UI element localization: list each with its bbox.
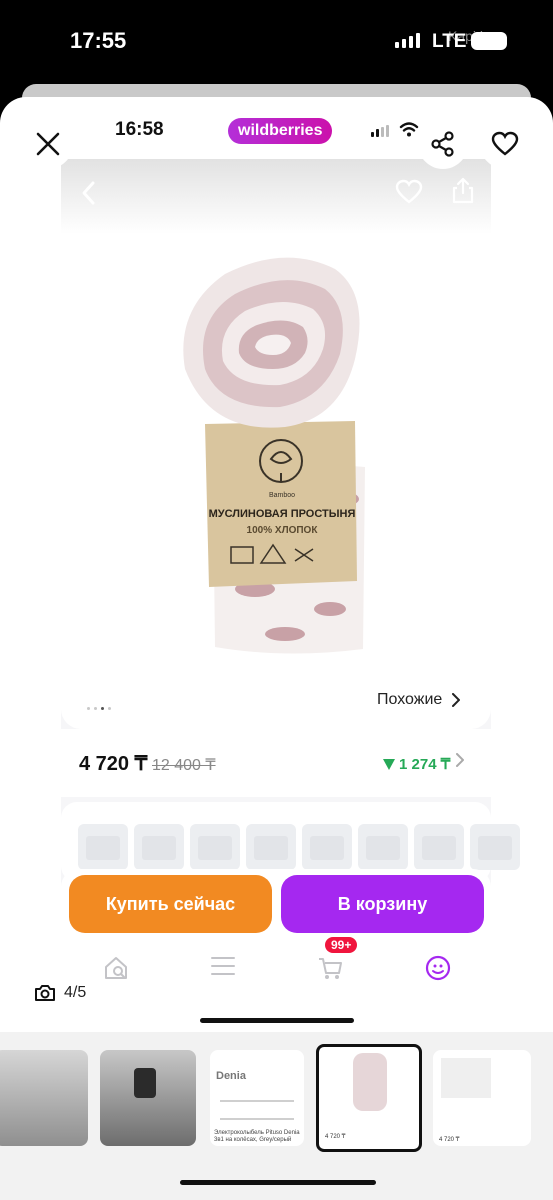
home-indicator xyxy=(200,1018,354,1023)
old-price: 12 400 ₸ xyxy=(152,757,216,774)
app-time: 16:58 xyxy=(115,119,164,140)
thumb-price: 4 720 ₸ xyxy=(439,1137,460,1143)
image-viewer-sheet: 16:58 wildberries Bamboo МУСЛИНОВАЯ ПРОС… xyxy=(0,97,553,1032)
discount-amount: 1 274 ₸ xyxy=(383,755,450,773)
variant-thumb[interactable] xyxy=(302,824,352,870)
cart-icon[interactable] xyxy=(317,955,343,981)
variant-thumb[interactable] xyxy=(358,824,408,870)
image-counter: 4/5 xyxy=(22,975,100,1011)
current-price: 4 720 ₸ xyxy=(79,753,148,775)
variant-thumb[interactable] xyxy=(134,824,184,870)
gallery-thumb[interactable] xyxy=(100,1050,196,1146)
action-bar: Купить сейчас В корзину 99+ xyxy=(61,869,491,1032)
gallery-thumb[interactable]: Denia Электроколыбель Pituso Denia 3в1 н… xyxy=(210,1050,304,1146)
camera-icon xyxy=(35,985,55,1001)
close-icon xyxy=(36,132,60,156)
home-search-icon[interactable] xyxy=(103,955,129,981)
label-title-text: МУСЛИНОВАЯ ПРОСТЫНЯ xyxy=(209,508,356,520)
share-button[interactable] xyxy=(418,119,468,169)
label-brand-text: Bamboo xyxy=(269,492,295,499)
discount-arrow-icon xyxy=(383,758,395,770)
variant-thumb[interactable] xyxy=(190,824,240,870)
price-row[interactable]: 4 720 ₸ 12 400 ₸ 1 274 ₸ xyxy=(61,729,491,797)
gallery-thumb[interactable] xyxy=(0,1050,88,1146)
share-icon xyxy=(431,131,454,157)
chevron-right-icon[interactable] xyxy=(456,753,464,767)
label-material-text: 100% ХЛОПОК xyxy=(247,525,319,536)
variant-thumb[interactable] xyxy=(246,824,296,870)
add-to-cart-button[interactable]: В корзину xyxy=(281,875,484,933)
close-button[interactable] xyxy=(23,119,73,169)
wifi-icon xyxy=(399,122,419,137)
share-icon[interactable] xyxy=(451,177,475,205)
menu-icon[interactable] xyxy=(211,955,235,977)
tab-bar: 99+ xyxy=(61,937,491,999)
image-pagination-dots xyxy=(87,707,111,710)
variant-thumb[interactable] xyxy=(78,824,128,870)
variant-thumb[interactable] xyxy=(414,824,464,870)
signal-icon xyxy=(395,33,420,48)
app-signal-icon xyxy=(371,125,389,137)
image-counter-text: 4/5 xyxy=(64,984,87,1001)
outer-time: 17:55 xyxy=(70,28,127,53)
heart-icon xyxy=(491,131,519,156)
similar-label: Похожие xyxy=(377,691,443,708)
watermark: Kapi.kz xyxy=(448,28,494,44)
back-icon[interactable] xyxy=(79,179,99,207)
thumb-caption: Электроколыбель Pituso Denia 3в1 на колё… xyxy=(214,1130,300,1143)
chevron-right-icon xyxy=(452,693,461,707)
product-image-area[interactable]: Bamboo МУСЛИНОВАЯ ПРОСТЫНЯ 100% ХЛОПОК П… xyxy=(61,159,491,729)
gallery-thumbnail-strip: Denia Электроколыбель Pituso Denia 3в1 н… xyxy=(0,1032,553,1200)
home-indicator xyxy=(180,1180,376,1185)
outer-status-bar: 17:55 LTE Kapi.kz xyxy=(0,0,553,85)
buy-now-button[interactable]: Купить сейчас xyxy=(69,875,272,933)
thumb-brand: Denia xyxy=(216,1070,246,1082)
similar-link[interactable]: Похожие xyxy=(377,691,461,709)
cart-badge: 99+ xyxy=(325,937,358,953)
gallery-thumb[interactable]: 4 720 ₸ xyxy=(433,1050,531,1146)
favorite-button[interactable] xyxy=(480,119,530,169)
muslin-sheet-image: Bamboo МУСЛИНОВАЯ ПРОСТЫНЯ 100% ХЛОПОК xyxy=(183,257,365,654)
product-screenshot: 16:58 wildberries Bamboo МУСЛИНОВАЯ ПРОС… xyxy=(61,97,520,1032)
wildberries-logo: wildberries xyxy=(228,118,333,144)
heart-icon[interactable] xyxy=(395,179,423,205)
gallery-thumb-selected[interactable]: 4 720 ₸ xyxy=(316,1044,422,1152)
thumb-price: 4 720 ₸ xyxy=(325,1134,346,1140)
discount-value: 1 274 ₸ xyxy=(399,756,451,773)
variant-thumb[interactable] xyxy=(470,824,520,870)
profile-icon[interactable] xyxy=(425,955,451,981)
